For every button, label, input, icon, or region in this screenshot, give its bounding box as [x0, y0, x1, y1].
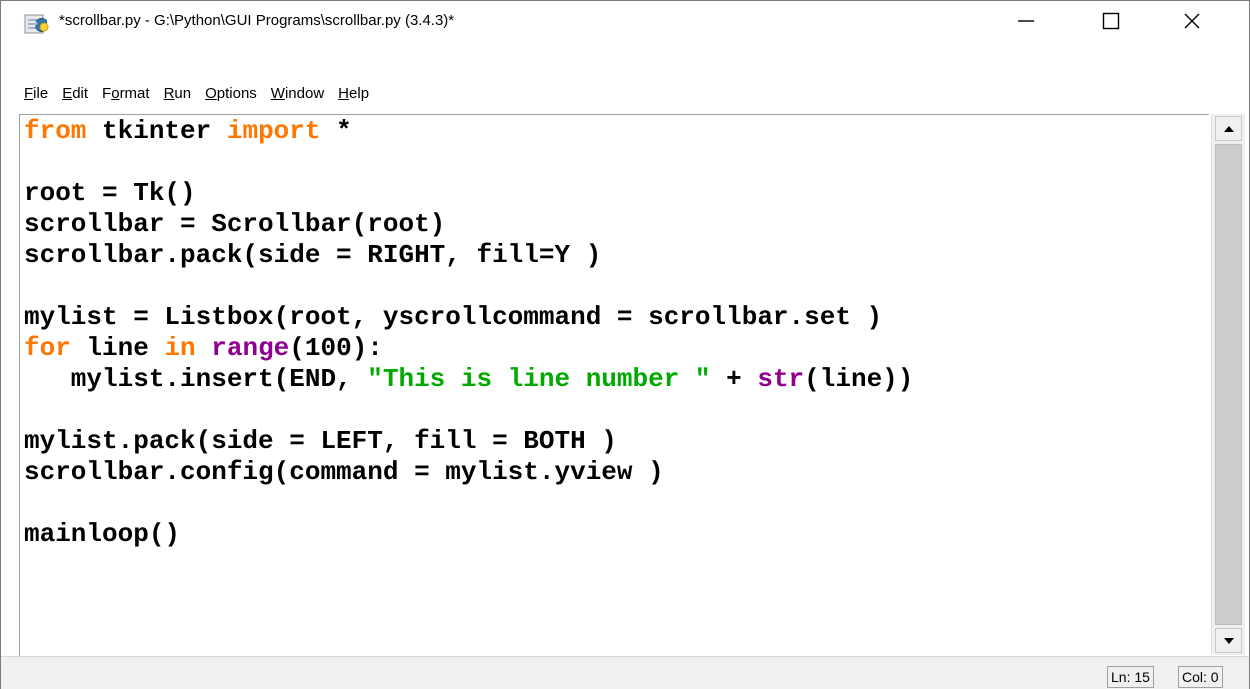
menu-options[interactable]: Options [205, 85, 265, 102]
arrow-up-icon [1223, 120, 1235, 138]
menu-file-mnemonic: F [24, 84, 34, 102]
status-bar: Ln: 15 Col: 0 [1, 656, 1249, 689]
maximize-icon [1101, 11, 1121, 36]
minimize-icon [1016, 11, 1036, 36]
scroll-down-button[interactable] [1215, 628, 1242, 653]
scroll-up-button[interactable] [1215, 116, 1242, 141]
menu-run-mnemonic: R [163, 84, 175, 102]
idle-editor-window: *scrollbar.py - G:\Python\GUI Programs\s… [0, 0, 1250, 689]
menu-format-label: rmat [119, 84, 150, 102]
menu-bar: File Edit Format Run Options Window Help [1, 79, 1249, 107]
menu-window[interactable]: Window [271, 85, 332, 102]
code-text[interactable]: from tkinter import * root = Tk() scroll… [20, 115, 1209, 550]
arrow-down-icon [1223, 632, 1235, 650]
code-editor[interactable]: from tkinter import * root = Tk() scroll… [19, 114, 1209, 656]
menu-window-mnemonic: W [270, 84, 285, 102]
menu-format-mnemonic: o [111, 84, 120, 102]
vertical-scrollbar[interactable] [1211, 114, 1245, 655]
menu-format-prefix: F [102, 84, 112, 102]
menu-help[interactable]: Help [338, 85, 377, 102]
menu-edit-label: dit [72, 84, 89, 102]
menu-run[interactable]: Run [164, 85, 200, 102]
menu-run-label: un [174, 84, 192, 102]
menu-options-label: ptions [216, 84, 257, 102]
menu-file-label: ile [33, 84, 49, 102]
menu-help-label: elp [349, 84, 370, 102]
menu-file[interactable]: File [24, 85, 56, 102]
menu-edit[interactable]: Edit [62, 85, 96, 102]
column-number-status: Col: 0 [1178, 666, 1223, 688]
close-icon [1182, 11, 1202, 36]
menu-options-mnemonic: O [205, 84, 217, 102]
maximize-button[interactable] [1082, 1, 1140, 45]
menu-edit-mnemonic: E [62, 84, 73, 102]
menu-format[interactable]: Format [102, 85, 158, 102]
close-button[interactable] [1163, 1, 1221, 45]
line-number-status: Ln: 15 [1107, 666, 1154, 688]
window-title: *scrollbar.py - G:\Python\GUI Programs\s… [59, 12, 455, 29]
menu-help-mnemonic: H [338, 84, 350, 102]
minimize-button[interactable] [997, 1, 1055, 45]
scrollbar-thumb[interactable] [1215, 144, 1242, 625]
python-idle-icon [24, 12, 50, 36]
title-bar[interactable]: *scrollbar.py - G:\Python\GUI Programs\s… [1, 1, 1249, 45]
menu-window-label: indow [284, 84, 325, 102]
